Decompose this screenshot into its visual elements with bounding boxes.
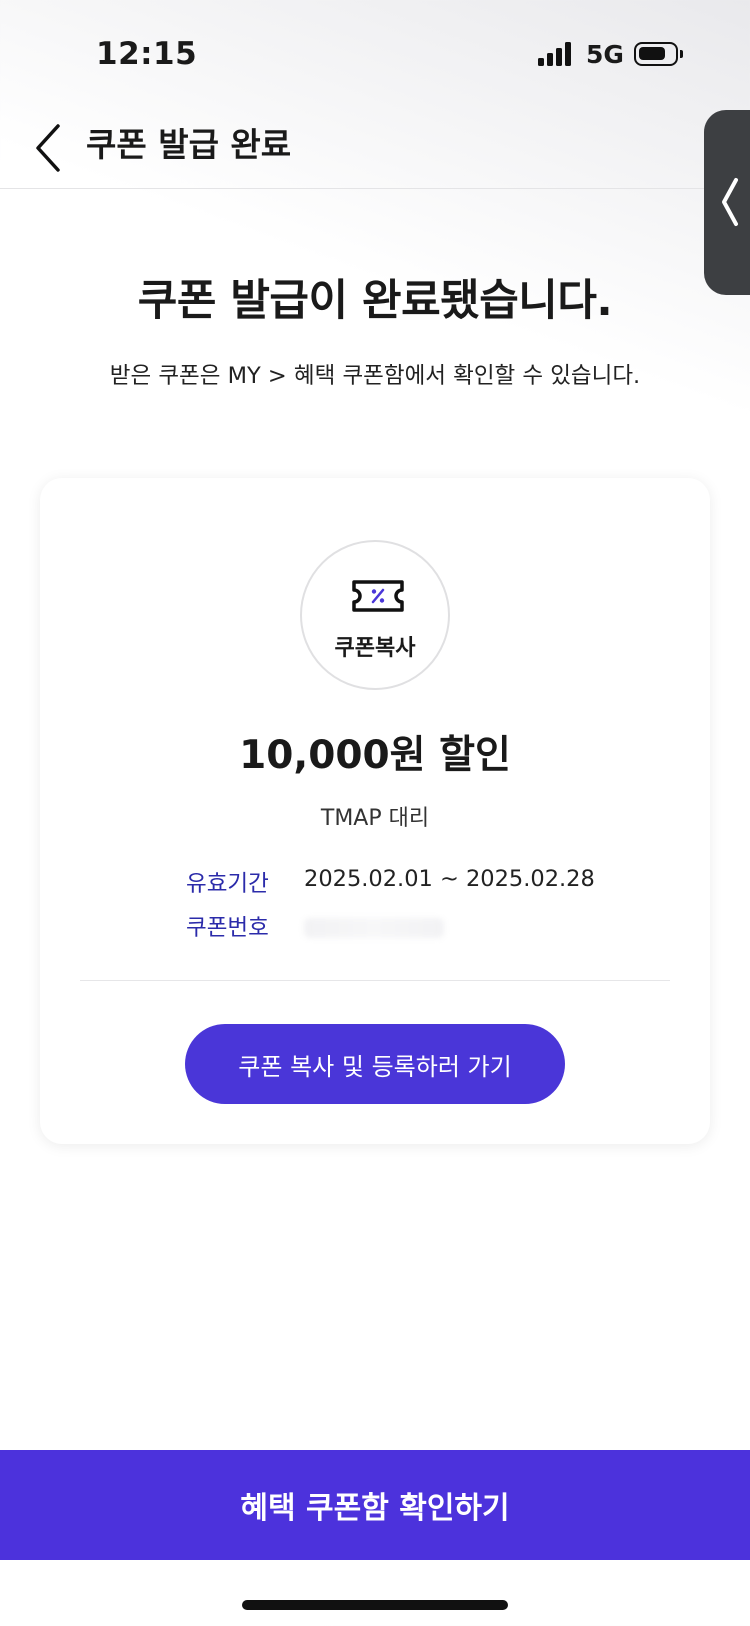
home-indicator: [242, 1600, 508, 1610]
page-title: 쿠폰 발급 완료: [86, 125, 292, 164]
coupon-card: 쿠폰복사 10,000원 할인 TMAP 대리 유효기간 2025.02.01 …: [40, 478, 710, 1144]
discount-amount: 10,000원 할인: [239, 733, 511, 778]
completion-subheading: 받은 쿠폰은 MY > 혜택 쿠폰함에서 확인할 수 있습니다.: [109, 363, 641, 389]
copy-and-register-label: 쿠폰 복사 및 등록하러 가기: [238, 1052, 512, 1081]
completion-heading: 쿠폰 발급이 완료됐습니다.: [137, 276, 613, 326]
ticket-percent-icon: [352, 580, 404, 612]
network-label: 5G: [586, 40, 624, 69]
coupon-code-label: 쿠폰번호: [186, 915, 269, 941]
chevron-left-icon: [36, 124, 60, 172]
validity-value: 2025.02.01 ~ 2025.02.28: [304, 866, 595, 892]
view-coupon-box-label: 혜택 쿠폰함 확인하기: [240, 1491, 510, 1526]
battery-icon: [634, 42, 683, 66]
card-divider: [80, 980, 670, 981]
status-time: 12:15: [96, 36, 198, 72]
view-coupon-box-button[interactable]: 혜택 쿠폰함 확인하기: [0, 1450, 750, 1560]
header-divider: [0, 188, 750, 189]
coupon-copy-label: 쿠폰복사: [334, 636, 416, 661]
coupon-code-redacted: [304, 918, 444, 938]
coupon-copy-button[interactable]: 쿠폰복사: [300, 540, 450, 690]
back-button[interactable]: [26, 116, 76, 180]
coupon-brand: TMAP 대리: [320, 806, 430, 831]
validity-label: 유효기간: [186, 871, 269, 897]
copy-and-register-button[interactable]: 쿠폰 복사 및 등록하러 가기: [185, 1024, 565, 1104]
signal-icon: [538, 42, 574, 66]
